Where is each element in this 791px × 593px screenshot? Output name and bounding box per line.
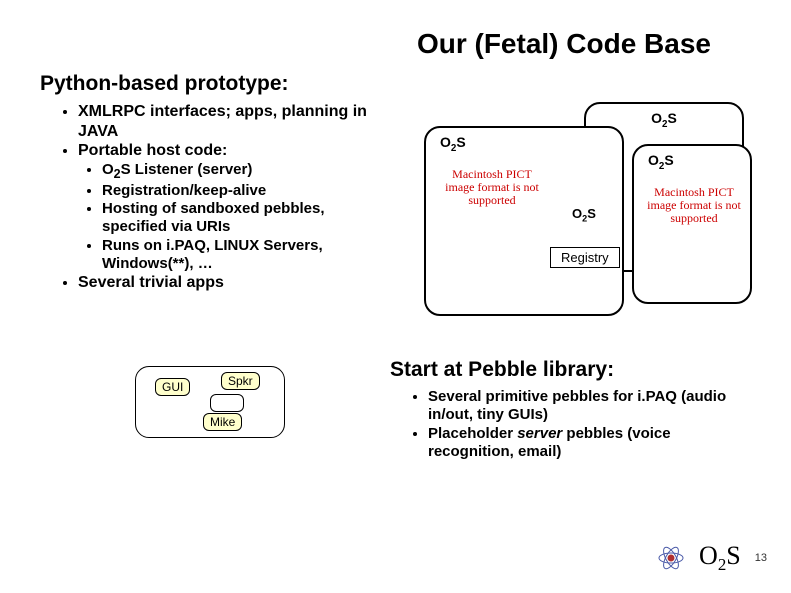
logo-text: O2S [699,541,741,575]
bullet-l1: Placeholder server pebbles (voice recogn… [428,425,751,462]
atom-icon [657,544,685,572]
bullets-column: XMLRPC interfaces; apps, planning in JAV… [40,102,390,293]
pebble-blank [210,394,244,412]
bullet-l2: Registration/keep-alive [102,182,390,200]
bullet-l1: XMLRPC interfaces; apps, planning in JAV… [78,102,390,141]
section2-heading: Start at Pebble library: [390,358,751,382]
page-number: 13 [755,552,767,564]
pebble-mini-diagram: GUI Spkr Mike [40,358,370,448]
pebble-mike: Mike [203,413,242,431]
pebble-text-column: Start at Pebble library: Several primiti… [390,358,751,461]
o2s-label: O2S [440,134,466,154]
o2s-box-right: O2S Macintosh PICT image format is not s… [632,144,752,304]
footer: O2S 13 [657,541,767,575]
pebble-gui: GUI [155,378,190,396]
o2s-diagram: O2S O2S Macintosh PICT image format is n… [414,102,751,332]
o2s-label: O2S [648,152,674,172]
o2s-label-small: O2S [570,206,598,224]
registry-box: Registry [550,247,620,268]
section1-heading: Python-based prototype: [40,72,751,96]
bullet-l1: Portable host code: O2S Listener (server… [78,141,390,273]
slide-title: Our (Fetal) Code Base [40,28,751,60]
bullet-l2: O2S Listener (server) [102,161,390,182]
pebble-spkr: Spkr [221,372,260,390]
bullet-l2: Hosting of sandboxed pebbles, specified … [102,200,390,237]
bullet-l1: Several primitive pebbles for i.PAQ (aud… [428,388,751,425]
bullet-text: Portable host code: [78,142,227,159]
o2s-label: O2S [651,110,677,130]
pict-placeholder: Macintosh PICT image format is not suppo… [644,186,744,226]
bullet-text: Placeholder [428,425,517,442]
bullet-l1: Several trivial apps [78,273,390,293]
pict-placeholder: Macintosh PICT image format is not suppo… [442,168,542,208]
bullet-text-italic: server [517,425,562,442]
bullet-l2: Runs on i.PAQ, LINUX Servers, Windows(**… [102,237,390,274]
